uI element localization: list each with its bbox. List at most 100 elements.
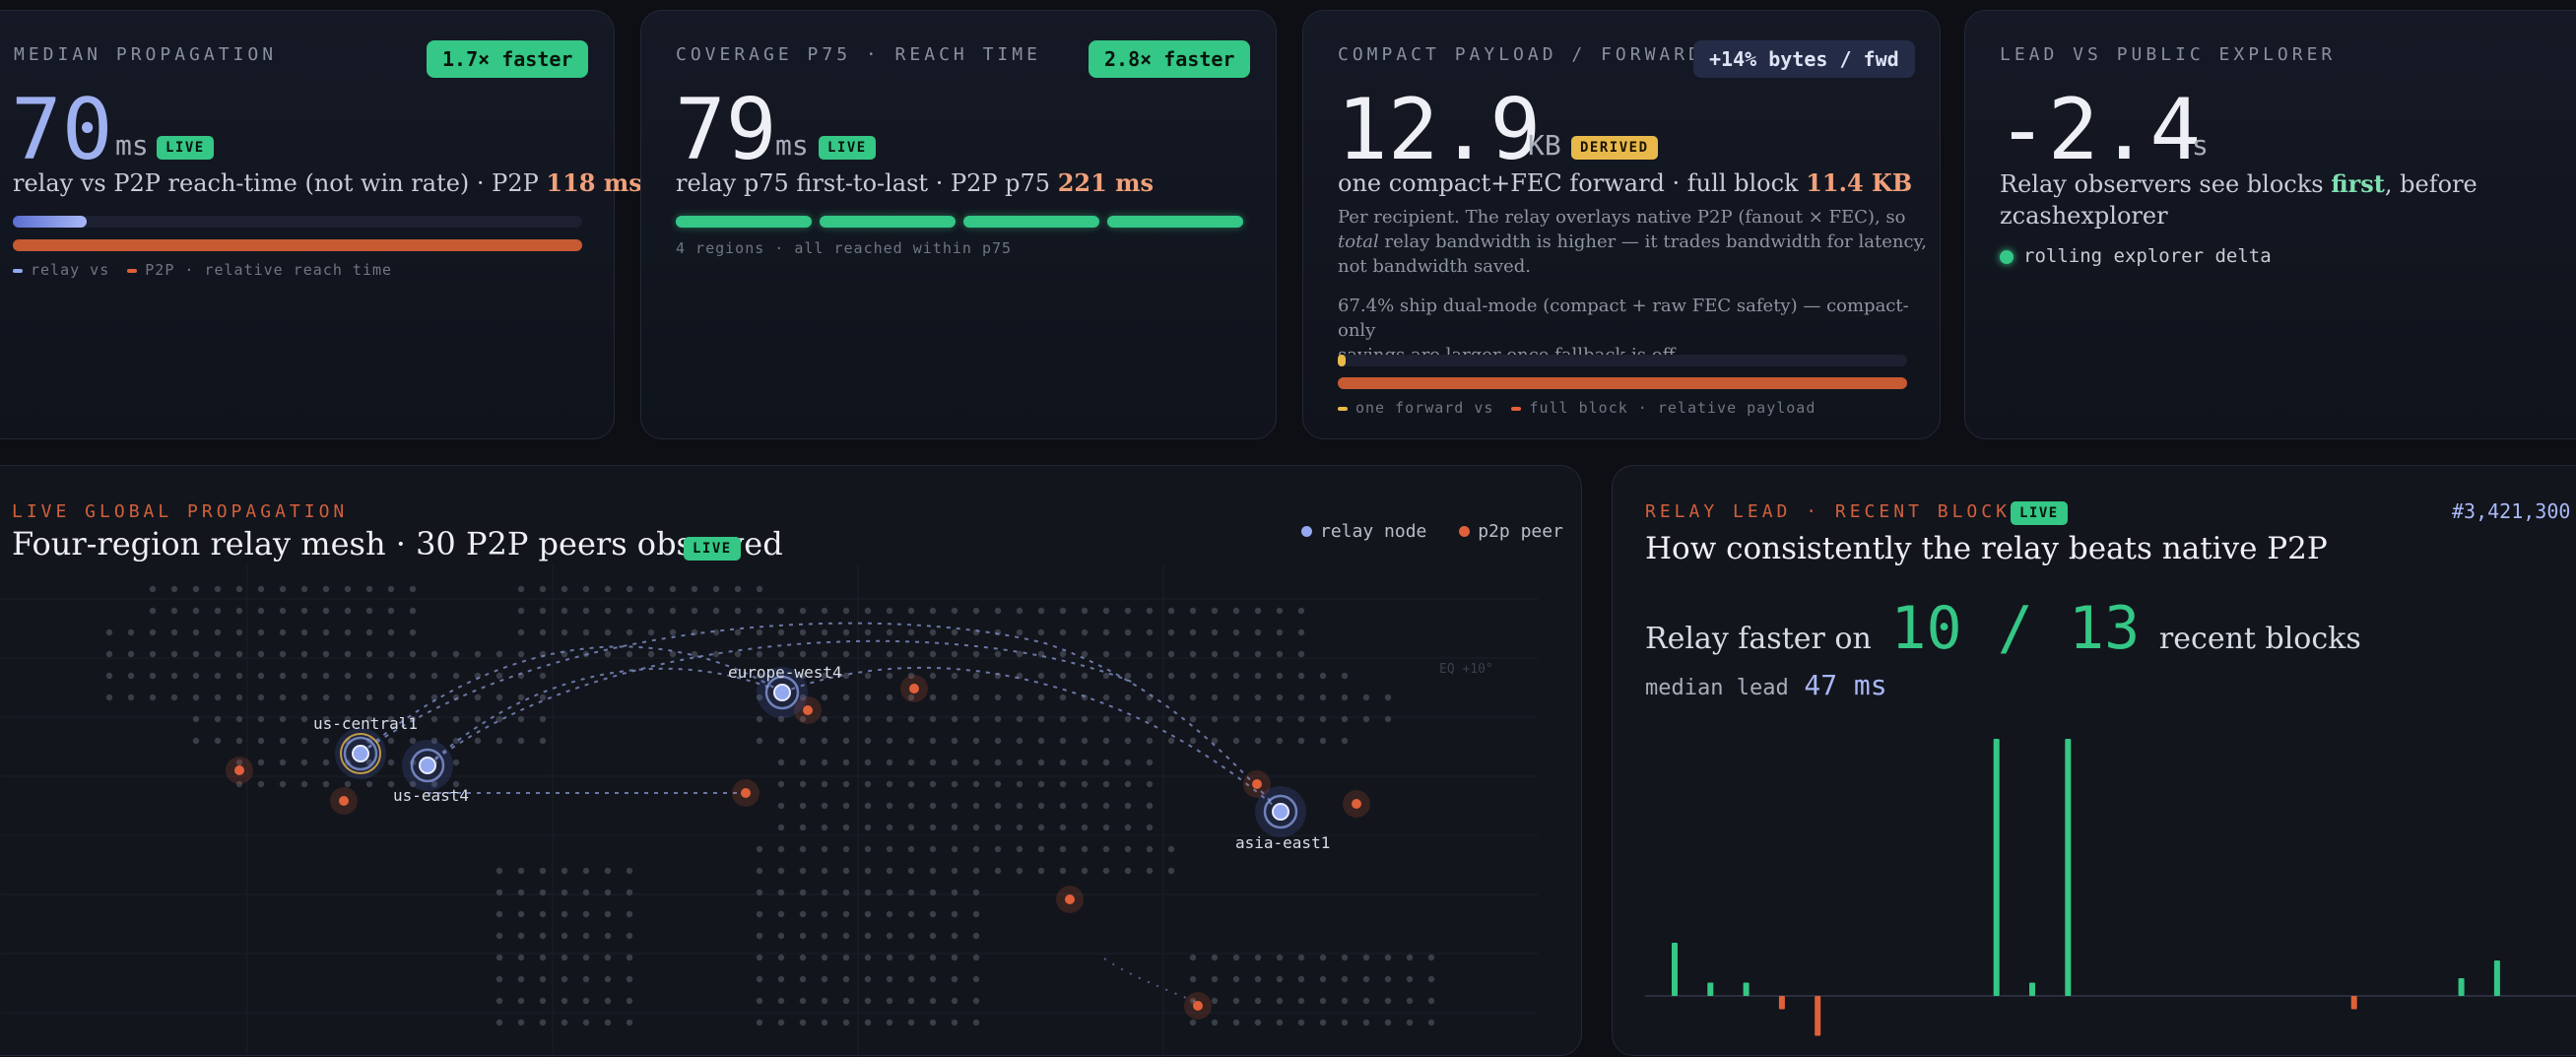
land-dot (1146, 628, 1154, 636)
land-dot (1124, 672, 1132, 680)
region-segment (1107, 216, 1243, 228)
relay-node-label: us-east4 (393, 786, 469, 805)
land-dot (929, 715, 937, 723)
land-dot (864, 737, 872, 745)
land-dot (257, 737, 265, 745)
lead-subtitle: Relay observers see blocks first, before… (2000, 168, 2477, 231)
land-dot (322, 628, 330, 636)
land-dot (929, 845, 937, 853)
payload-legend: one forward vs full block · relative pay… (1338, 399, 1816, 417)
land-dot (539, 737, 547, 745)
land-dot (517, 1019, 525, 1026)
land-dot (279, 694, 287, 701)
land-dot (409, 672, 417, 680)
land-dot (712, 607, 720, 615)
equator-label: EQ +10° (1439, 662, 1493, 677)
land-dot (907, 845, 915, 853)
land-dot (951, 780, 958, 788)
land-dot (1319, 997, 1327, 1005)
land-dot (452, 672, 460, 680)
land-dot (495, 672, 503, 680)
lead-value: -2.4 (1997, 81, 2202, 179)
land-dot (257, 694, 265, 701)
land-dot (842, 737, 850, 745)
land-dot (561, 585, 568, 593)
land-dot (777, 975, 785, 983)
land-dot (929, 650, 937, 658)
land-dot (235, 672, 243, 680)
land-dot (907, 975, 915, 983)
land-dot (626, 867, 633, 875)
land-dot (1254, 997, 1262, 1005)
land-dot (1341, 694, 1349, 701)
land-dot (582, 585, 590, 593)
land-dot (1124, 694, 1132, 701)
land-dot (1102, 824, 1110, 831)
land-dot (886, 997, 893, 1005)
land-dot (344, 628, 352, 636)
land-dot (712, 628, 720, 636)
land-dot (756, 975, 763, 983)
bytes-badge: +14% bytes / fwd (1693, 40, 1915, 78)
land-dot (192, 737, 200, 745)
land-dot (495, 997, 503, 1005)
land-dot (886, 737, 893, 745)
land-dot (1427, 975, 1435, 983)
land-dot (886, 867, 893, 875)
land-dot (105, 694, 113, 701)
land-dot (626, 607, 633, 615)
land-dot (842, 1019, 850, 1026)
land-dot (474, 715, 482, 723)
relay-arc (360, 645, 783, 755)
land-dot (1341, 715, 1349, 723)
land-dot (1341, 954, 1349, 961)
subtitle-text: one compact+FEC forward · full block (1338, 169, 1807, 197)
land-dot (582, 910, 590, 918)
land-dot (907, 628, 915, 636)
live-badge: LIVE (819, 136, 876, 160)
land-dot (1319, 1019, 1327, 1026)
median-legend: relay vs P2P · relative reach time (13, 261, 392, 279)
land-dot (214, 628, 222, 636)
land-dot (1211, 694, 1219, 701)
land-dot (799, 845, 807, 853)
land-dot (1232, 672, 1240, 680)
note-line: Per recipient. The relay overlays native… (1338, 207, 1906, 228)
land-dot (214, 650, 222, 658)
land-dot (235, 715, 243, 723)
land-dot (886, 694, 893, 701)
land-dot (387, 694, 395, 701)
land-dot (1189, 672, 1197, 680)
land-dot (582, 607, 590, 615)
land-dot (1297, 607, 1305, 615)
land-dot (886, 650, 893, 658)
live-badge: LIVE (2011, 501, 2068, 525)
payload-card: COMPACT PAYLOAD / FORWARD +14% bytes / f… (1302, 10, 1941, 439)
land-dot (1297, 1019, 1305, 1026)
land-dot (951, 694, 958, 701)
land-dot (495, 954, 503, 961)
land-dot (1146, 607, 1154, 615)
land-dot (214, 585, 222, 593)
land-dot (821, 759, 828, 766)
land-dot (1081, 824, 1089, 831)
land-dot (387, 607, 395, 615)
land-dot (1059, 650, 1067, 658)
land-dot (561, 997, 568, 1005)
live-badge: LIVE (684, 537, 741, 561)
land-dot (365, 672, 373, 680)
land-dot (1276, 1019, 1284, 1026)
land-dot (495, 867, 503, 875)
land-dot (1016, 607, 1024, 615)
land-dot (777, 997, 785, 1005)
relay-node (419, 757, 436, 774)
land-dot (929, 628, 937, 636)
land-dot (907, 824, 915, 831)
land-dot (1341, 737, 1349, 745)
land-dot (1362, 975, 1370, 983)
land-dot (170, 628, 178, 636)
land-dot (1406, 975, 1414, 983)
land-dot (1016, 780, 1024, 788)
land-dot (1276, 954, 1284, 961)
land-dot (1189, 650, 1197, 658)
